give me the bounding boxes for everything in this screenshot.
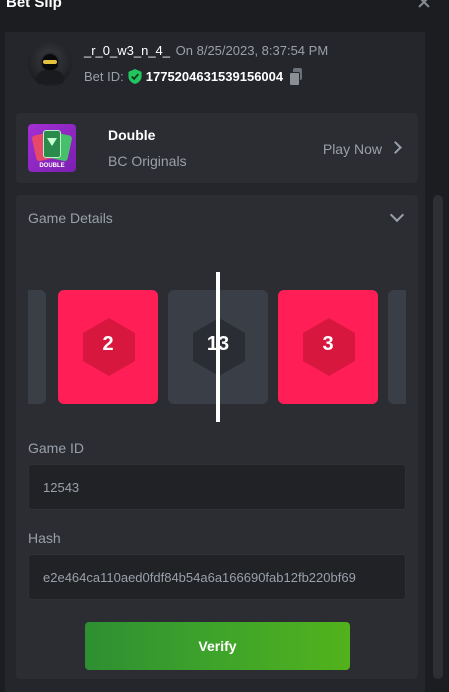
game-details-card [16, 195, 418, 679]
avatar-body [36, 70, 64, 84]
bet-slip-header: Bet Slip [0, 0, 449, 32]
avatar-visor [43, 60, 57, 64]
page-title: Bet Slip [6, 0, 62, 11]
bet-id-line: Bet ID: 1775204631539156004 [84, 68, 303, 86]
game-card[interactable]: DOUBLE Double BC Originals Play Now [16, 113, 418, 183]
game-provider: BC Originals [108, 153, 187, 169]
username[interactable]: _r_0_w3_n_4_ [84, 43, 170, 58]
game-id-label: Game ID [28, 440, 85, 456]
result-marker-line [216, 272, 220, 422]
play-now-link[interactable]: Play Now [323, 141, 382, 157]
avatar[interactable] [28, 42, 72, 86]
bet-id-label: Bet ID: [84, 68, 124, 84]
thumb-label: DOUBLE [39, 163, 65, 169]
hash-field[interactable]: e2e464ca110aed0fdf84b54a6a166690fab12fb2… [28, 554, 406, 600]
tile-number: 3 [322, 333, 334, 355]
scrollbar-thumb[interactable] [433, 195, 443, 679]
tile-number: 2 [102, 333, 114, 355]
chevron-right-icon[interactable] [389, 141, 402, 154]
game-name: Double [108, 127, 156, 143]
hash-label: Hash [28, 530, 61, 546]
shield-check-icon [128, 68, 142, 84]
game-id-field[interactable]: 12543 [28, 464, 406, 510]
bet-time: On 8/25/2023, 8:37:54 PM [175, 43, 329, 58]
copy-icon[interactable] [289, 68, 303, 86]
gem-icon [47, 138, 57, 146]
verify-button[interactable]: Verify [85, 622, 350, 670]
bet-id-value: 1775204631539156004 [145, 68, 284, 84]
reel-tile: 3 [278, 290, 378, 404]
reel-tile: 2 [58, 290, 158, 404]
close-icon[interactable] [417, 0, 431, 9]
reel-tile [28, 290, 46, 404]
user-line: _r_0_w3_n_4_ On 8/25/2023, 8:37:54 PM [84, 43, 328, 58]
reel-tile [388, 290, 406, 404]
game-thumbnail[interactable]: DOUBLE [28, 124, 76, 172]
game-details-title: Game Details [28, 210, 113, 226]
